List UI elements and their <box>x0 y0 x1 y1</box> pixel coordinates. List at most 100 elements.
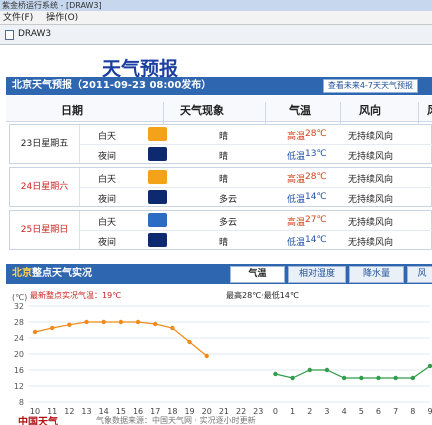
forecast-row-night: 夜间 晴 低温 13℃ 无持续风向 <box>80 144 432 163</box>
tab-wind[interactable]: 风 <box>407 266 432 283</box>
tab-precipitation[interactable]: 降水量 <box>349 266 404 283</box>
x-tick-label: 12 <box>64 407 74 416</box>
forecast-row-day: 白天 晴 高温 28℃ 无持续风向 <box>80 125 432 144</box>
temp-value: 13℃ <box>305 149 327 159</box>
y-tick-label: 12 <box>14 382 24 391</box>
temperature-line <box>275 365 431 379</box>
x-tick-label: 5 <box>359 407 364 416</box>
x-tick-label: 4 <box>342 407 347 416</box>
document-icon <box>5 30 14 40</box>
moon-icon <box>148 147 167 161</box>
day-date: 23日星期五 <box>10 125 80 163</box>
y-tick-label: 24 <box>14 334 24 343</box>
data-point <box>273 371 278 377</box>
forecast-header-text: 北京天气预报（2011-09-23 08:00发布） <box>12 80 212 91</box>
data-point <box>101 319 106 325</box>
data-point <box>341 375 347 381</box>
more-forecast-button[interactable]: 查看未来4-7天天气预报 <box>322 79 418 93</box>
sunny-icon <box>148 170 167 184</box>
forecast-row-day: 白天 晴 高温 28℃ 无持续风向 <box>80 168 432 187</box>
weather-condition: 多云 <box>219 195 238 205</box>
data-point <box>376 375 381 381</box>
day-date: 25日星期日 <box>10 211 80 249</box>
period-label: 夜间 <box>98 195 117 205</box>
y-tick-label: 16 <box>14 366 24 375</box>
data-point <box>187 339 192 345</box>
document-tab[interactable]: DRAW3 <box>18 29 51 39</box>
y-tick-label: 28 <box>14 318 24 327</box>
temperature-line <box>34 321 208 357</box>
observation-city: 北京 <box>12 268 32 279</box>
data-point <box>393 375 398 381</box>
forecast-day: 23日星期五 白天 晴 高温 28℃ 无持续风向 夜间 晴 低温 13℃ 无持续… <box>9 124 432 164</box>
data-point <box>290 375 295 381</box>
wind-direction: 无持续风向 <box>348 175 394 185</box>
data-point <box>49 325 55 331</box>
x-tick-label: 1 <box>290 407 295 416</box>
weather-condition: 晴 <box>219 132 229 142</box>
x-tick-label: 2 <box>307 407 312 416</box>
forecast-day: 25日星期日 白天 多云 高温 27℃ 无持续风向 夜间 晴 低温 14℃ 无持… <box>9 210 432 250</box>
x-tick-label: 3 <box>324 407 329 416</box>
wind-direction: 无持续风向 <box>348 152 394 162</box>
menu-file[interactable]: 文件(F) <box>3 13 33 23</box>
forecast-day: 24日星期六 白天 晴 高温 28℃ 无持续风向 夜间 多云 低温 14℃ 无持… <box>9 167 432 207</box>
forecast-header: 北京天气预报（2011-09-23 08:00发布） 查看未来4-7天天气预报 <box>6 77 432 95</box>
temp-value: 28℃ <box>305 172 327 182</box>
weather-condition: 多云 <box>219 218 238 228</box>
period-label: 白天 <box>98 175 117 185</box>
observation-title: 整点天气实况 <box>32 268 92 279</box>
data-point <box>204 353 209 359</box>
data-point <box>410 375 416 381</box>
document-tab-bar: DRAW3 <box>0 25 432 45</box>
x-tick-label: 8 <box>410 407 415 416</box>
col-wind-power: 风 <box>427 102 432 118</box>
col-wind-dir: 风向 <box>359 104 381 117</box>
tab-temperature[interactable]: 气温 <box>230 266 285 283</box>
col-date: 日期 <box>61 104 83 117</box>
period-label: 夜间 <box>98 152 117 162</box>
temp-label: 高温 <box>287 218 306 228</box>
forecast-row-night: 夜间 晴 低温 14℃ 无持续风向 <box>80 230 432 249</box>
data-point <box>135 319 141 325</box>
x-tick-label: 0 <box>273 407 278 416</box>
temp-label: 低温 <box>287 195 306 205</box>
forecast-row-day: 白天 多云 高温 27℃ 无持续风向 <box>80 211 432 230</box>
x-tick-label: 7 <box>393 407 398 416</box>
y-tick-label: 8 <box>19 398 24 407</box>
period-label: 白天 <box>98 218 117 228</box>
partly-cloudy-icon <box>148 213 167 227</box>
temp-value: 27℃ <box>305 215 327 225</box>
temp-label: 低温 <box>287 238 306 248</box>
forecast-row-night: 夜间 多云 低温 14℃ 无持续风向 <box>80 187 432 206</box>
temp-value: 28℃ <box>305 129 327 139</box>
china-weather-logo: 中国天气 <box>18 417 58 425</box>
data-point <box>67 322 72 327</box>
window-title: 紫金桥运行系统 - [DRAW3] <box>0 0 432 11</box>
y-tick-label: 20 <box>14 350 24 359</box>
y-tick-label: 32 <box>14 302 24 311</box>
wind-direction: 无持续风向 <box>348 132 394 142</box>
period-label: 白天 <box>98 132 117 142</box>
data-point <box>84 319 89 325</box>
data-point <box>118 319 124 325</box>
temp-label: 高温 <box>287 132 306 142</box>
temp-value: 14℃ <box>305 192 327 202</box>
data-point <box>359 375 364 381</box>
data-point <box>427 363 432 369</box>
col-temp: 气温 <box>289 104 311 117</box>
data-point <box>307 367 312 373</box>
tab-humidity[interactable]: 相对湿度 <box>288 266 346 283</box>
col-weather: 天气现象 <box>180 104 224 117</box>
weather-condition: 晴 <box>219 238 229 248</box>
temp-value: 14℃ <box>305 235 327 245</box>
data-point <box>32 329 38 335</box>
forecast-column-header: 日期 天气现象 气温 风向 风 <box>6 96 432 128</box>
moon-icon <box>148 233 167 247</box>
x-tick-label: 13 <box>81 407 91 416</box>
wind-direction: 无持续风向 <box>348 218 394 228</box>
temperature-chart: 8121620242832 10 11 12 13 14 15 16 17 18 19 20 21 22… <box>14 302 432 416</box>
day-date: 24日星期六 <box>10 168 80 206</box>
data-point <box>170 325 175 331</box>
menu-operate[interactable]: 操作(O) <box>46 13 78 23</box>
